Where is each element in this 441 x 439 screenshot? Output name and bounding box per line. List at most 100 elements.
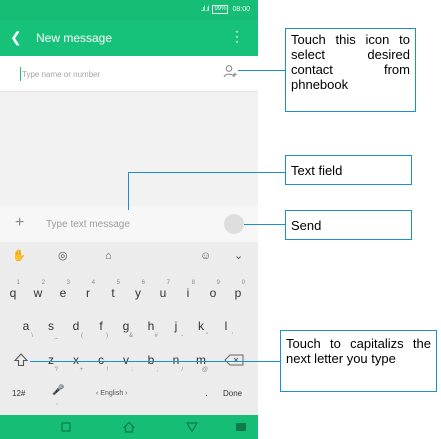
key-sub: ' <box>231 333 233 339</box>
key-t[interactable]: t5 <box>106 280 120 300</box>
key-sub: ? <box>54 367 58 373</box>
key-sub: - <box>181 333 183 339</box>
done-button[interactable]: Done <box>223 389 242 398</box>
key-label: j <box>174 319 178 333</box>
key-q[interactable]: q1 <box>6 280 20 300</box>
key-hint: 2 <box>41 280 45 286</box>
hand-icon[interactable]: ✋ <box>12 250 26 263</box>
add-contact-icon[interactable] <box>223 64 237 78</box>
key-label: y <box>135 286 141 300</box>
key-v[interactable]: v: <box>119 353 133 373</box>
key-o[interactable]: o9 <box>206 280 220 300</box>
key-g[interactable]: g & <box>119 319 133 339</box>
key-sub: + <box>79 367 83 373</box>
key-hint: 1 <box>16 280 20 286</box>
key-x[interactable]: x + <box>69 353 83 373</box>
key-z[interactable]: z? <box>44 353 58 373</box>
square-icon[interactable] <box>59 420 73 434</box>
arrow-left-icon[interactable]: ❮ <box>10 29 22 45</box>
key-h[interactable]: h # <box>144 319 158 339</box>
key-sub: : <box>131 367 133 373</box>
home-icon[interactable] <box>122 420 136 434</box>
key-r[interactable]: r4 <box>81 280 95 300</box>
key-sub: ( <box>81 333 83 339</box>
key-n[interactable]: n / <box>169 353 183 373</box>
backspace-icon[interactable] <box>224 354 244 366</box>
key-label: r <box>86 286 90 300</box>
key-k[interactable]: k " <box>194 319 208 339</box>
phone-screen: ..ıl ..ıl 99% 08:00 ❮ New message ⋮ + ✋ … <box>0 0 258 439</box>
key-i[interactable]: i8 <box>181 280 195 300</box>
recipient-input[interactable] <box>22 66 202 82</box>
key-f[interactable]: f) <box>94 319 108 339</box>
key-hint: 0 <box>241 280 245 286</box>
recipient-row <box>0 56 258 92</box>
key-label: d <box>72 319 80 333</box>
key-label: g <box>122 319 130 333</box>
message-input[interactable] <box>46 215 206 233</box>
period-key[interactable]: . <box>205 388 208 399</box>
shirt-icon[interactable]: ⌂ <box>105 250 112 263</box>
key-w[interactable]: w2 <box>31 280 45 300</box>
textfield-callout-line <box>128 172 285 173</box>
more-vert-icon[interactable]: ⋮ <box>230 28 244 44</box>
status-bar: ..ıl ..ıl 99% 08:00 <box>0 0 258 20</box>
key-sub: ) <box>106 333 108 339</box>
key-label: o <box>209 286 217 300</box>
key-hint: 5 <box>116 280 120 286</box>
plus-icon[interactable]: + <box>15 214 24 232</box>
textfield-callout: Text field <box>285 155 412 185</box>
key-label: n <box>172 353 180 367</box>
chevron-down-icon[interactable]: ⌄ <box>234 250 243 263</box>
key-hint: 7 <box>166 280 170 286</box>
emoji-icon[interactable]: ☺ <box>200 250 211 263</box>
app-bar: ❮ New message ⋮ <box>0 20 258 56</box>
page-title: New message <box>36 31 113 45</box>
compose-bar: + <box>0 206 258 242</box>
key-label: t <box>111 286 115 300</box>
key-hint: 6 <box>141 280 145 286</box>
key-label: w <box>33 286 43 300</box>
signal-icon: ..ıl ..ıl <box>200 6 210 13</box>
symbols-key[interactable]: 12# <box>12 389 25 398</box>
key-j[interactable]: j- <box>169 319 183 339</box>
key-label: l <box>224 319 228 333</box>
key-label: a <box>22 319 30 333</box>
key-label: h <box>147 319 155 333</box>
key-s[interactable]: s _ <box>44 319 58 339</box>
key-hint: 4 <box>91 280 95 286</box>
globe-icon[interactable]: ◎ <box>58 250 68 263</box>
key-m[interactable]: m @ <box>194 353 208 373</box>
send-icon[interactable] <box>224 214 244 234</box>
back-triangle-icon[interactable] <box>185 420 199 434</box>
key-e[interactable]: e3 <box>56 280 70 300</box>
key-label: u <box>159 286 167 300</box>
microphone-icon[interactable]: 🎤 <box>52 385 64 396</box>
key-label: e <box>59 286 67 300</box>
key-y[interactable]: y6 <box>131 280 145 300</box>
capitalize-callout: Touch to capitalizs the next letter you … <box>280 330 437 392</box>
battery-icon: 99% <box>212 5 229 14</box>
key-b[interactable]: b; <box>144 353 158 373</box>
key-p[interactable]: p0 <box>231 280 245 300</box>
language-switch[interactable]: ‹ English › <box>96 390 128 397</box>
shift-arrow-icon[interactable] <box>13 352 29 368</box>
key-label: m <box>196 353 206 367</box>
key-c[interactable]: c! <box>94 353 108 373</box>
key-label: c <box>98 353 104 367</box>
status-time: 08:00 <box>232 6 250 13</box>
keyboard-toolbar: ✋ ◎ ⌂ ☺ ⌄ <box>0 242 258 272</box>
key-sub: # <box>154 333 158 339</box>
key-l[interactable]: l ' <box>219 319 233 339</box>
key-u[interactable]: u7 <box>156 280 170 300</box>
key-label: q <box>9 286 17 300</box>
key-d[interactable]: d( <box>69 319 83 339</box>
comma-key[interactable]: , <box>56 399 58 406</box>
key-sub: ! <box>106 367 108 373</box>
key-label: s <box>48 319 54 333</box>
key-sub: " <box>205 333 208 339</box>
key-a[interactable]: a \ <box>19 319 33 339</box>
key-hint: 9 <box>216 280 220 286</box>
menu-icon[interactable] <box>234 420 248 434</box>
textfield-callout-drop <box>128 172 129 210</box>
